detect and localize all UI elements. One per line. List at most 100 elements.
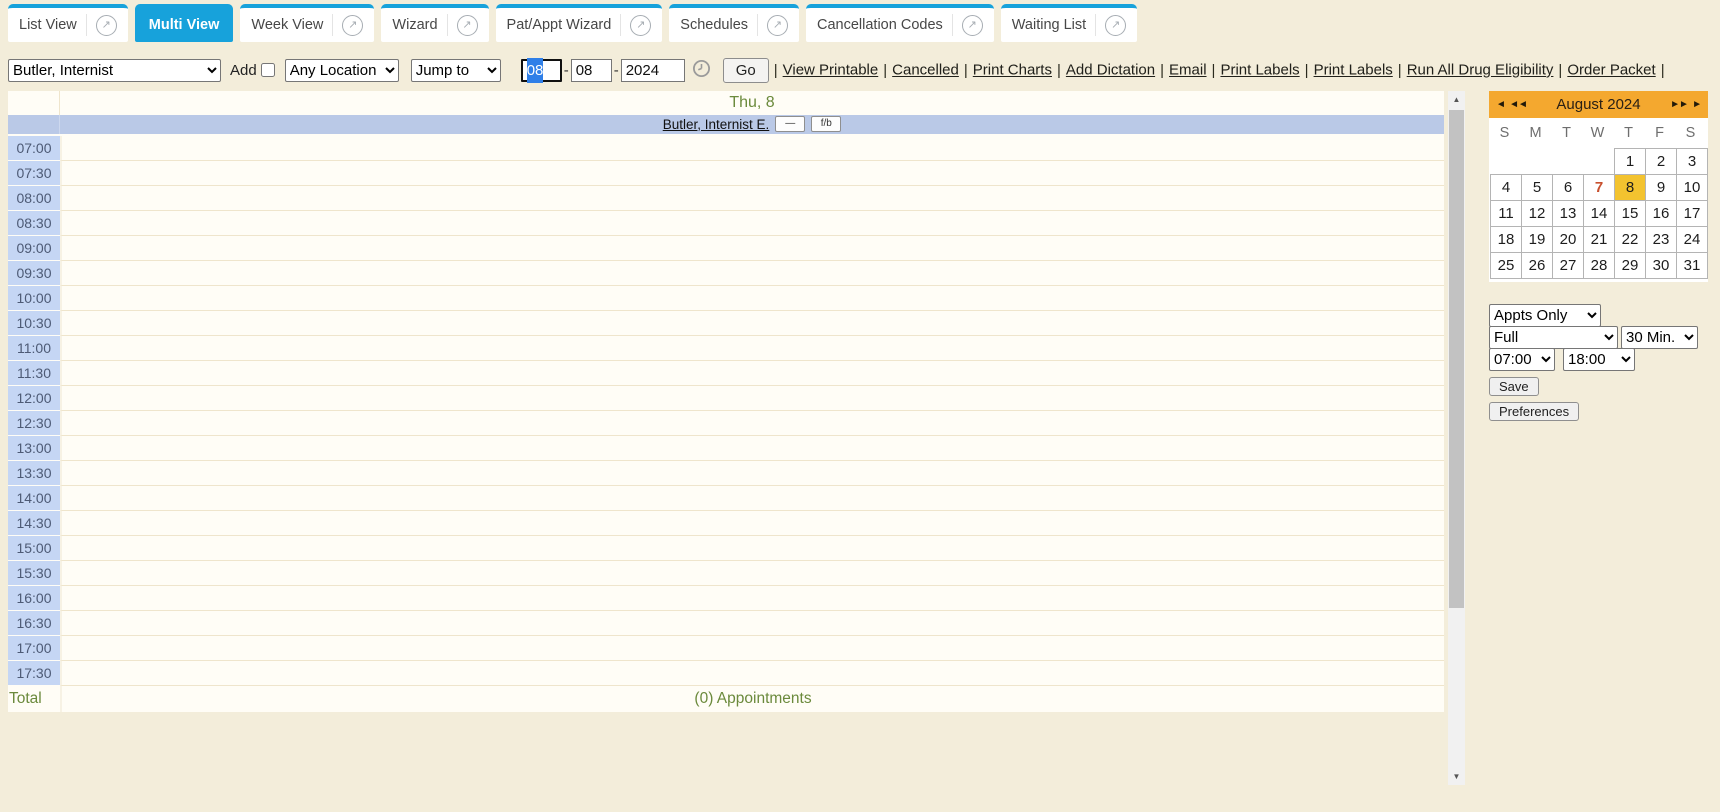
location-select[interactable]: Any Location: [285, 59, 399, 82]
clock-icon[interactable]: [692, 59, 711, 78]
open-in-new-window-icon[interactable]: ↗: [342, 15, 363, 36]
calendar-day[interactable]: 13: [1553, 200, 1584, 226]
calendar-day[interactable]: 14: [1584, 200, 1615, 226]
calendar-day[interactable]: 18: [1491, 226, 1522, 252]
schedule-slot[interactable]: [60, 336, 1444, 361]
schedule-slot[interactable]: [60, 461, 1444, 486]
calendar-day[interactable]: 16: [1646, 200, 1677, 226]
calendar-day[interactable]: 1: [1615, 148, 1646, 174]
schedule-slot[interactable]: [60, 536, 1444, 561]
schedule-slot[interactable]: [60, 286, 1444, 311]
calendar-day[interactable]: 30: [1646, 252, 1677, 278]
open-in-new-window-icon[interactable]: ↗: [962, 15, 983, 36]
calendar-day[interactable]: 17: [1677, 200, 1708, 226]
schedule-slot[interactable]: [60, 361, 1444, 386]
schedule-slot[interactable]: [60, 611, 1444, 636]
tab-list-view[interactable]: List View ↗: [8, 4, 128, 42]
calendar-day[interactable]: 28: [1584, 252, 1615, 278]
calendar-day[interactable]: 22: [1615, 226, 1646, 252]
calendar-prev-year-icon[interactable]: ◄◄: [1509, 99, 1527, 110]
link-order-packet[interactable]: Order Packet: [1567, 62, 1655, 79]
calendar-day[interactable]: 26: [1522, 252, 1553, 278]
minimize-column-button[interactable]: —: [775, 116, 805, 132]
appts-only-select[interactable]: Appts Only: [1489, 304, 1601, 327]
schedule-slot[interactable]: [60, 136, 1444, 161]
link-print-labels-2[interactable]: Print Labels: [1314, 62, 1393, 79]
link-cancelled[interactable]: Cancelled: [892, 62, 959, 79]
schedule-slot[interactable]: [60, 261, 1444, 286]
go-button[interactable]: Go: [723, 58, 769, 83]
calendar-day[interactable]: 6: [1553, 174, 1584, 200]
calendar-day[interactable]: 25: [1491, 252, 1522, 278]
tab-cancellation-codes[interactable]: Cancellation Codes ↗: [806, 4, 994, 42]
start-time-select[interactable]: 07:00: [1489, 348, 1555, 371]
link-view-printable[interactable]: View Printable: [783, 62, 879, 79]
calendar-day[interactable]: 5: [1522, 174, 1553, 200]
tab-wizard[interactable]: Wizard ↗: [381, 4, 488, 42]
open-in-new-window-icon[interactable]: ↗: [767, 15, 788, 36]
fb-button[interactable]: f/b: [811, 116, 841, 132]
calendar-day[interactable]: 19: [1522, 226, 1553, 252]
tab-schedules[interactable]: Schedules ↗: [669, 4, 799, 42]
schedule-slot[interactable]: [60, 586, 1444, 611]
calendar-day[interactable]: 9: [1646, 174, 1677, 200]
calendar-next-month-icon[interactable]: ►: [1692, 99, 1701, 110]
schedule-slot[interactable]: [60, 486, 1444, 511]
add-checkbox[interactable]: [261, 63, 275, 77]
calendar-day-today[interactable]: 7: [1584, 174, 1615, 200]
tab-week-view[interactable]: Week View ↗: [240, 4, 374, 42]
provider-select[interactable]: Butler, Internist: [8, 59, 221, 82]
calendar-day[interactable]: 4: [1491, 174, 1522, 200]
calendar-day[interactable]: 29: [1615, 252, 1646, 278]
schedule-slot[interactable]: [60, 561, 1444, 586]
open-in-new-window-icon[interactable]: ↗: [457, 15, 478, 36]
schedule-slot[interactable]: [60, 436, 1444, 461]
scroll-up-button[interactable]: ▲: [1448, 91, 1465, 108]
interval-select[interactable]: 30 Min.: [1621, 326, 1698, 349]
calendar-day[interactable]: 31: [1677, 252, 1708, 278]
vertical-scrollbar[interactable]: ▲ ▼: [1448, 91, 1465, 785]
schedule-slot[interactable]: [60, 511, 1444, 536]
schedule-slot[interactable]: [60, 636, 1444, 661]
calendar-day[interactable]: 21: [1584, 226, 1615, 252]
open-in-new-window-icon[interactable]: ↗: [1105, 15, 1126, 36]
calendar-day[interactable]: 10: [1677, 174, 1708, 200]
calendar-day[interactable]: 12: [1522, 200, 1553, 226]
schedule-slot[interactable]: [60, 411, 1444, 436]
jump-to-select[interactable]: Jump to: [411, 59, 501, 82]
calendar-next-year-icon[interactable]: ►►: [1670, 99, 1688, 110]
open-in-new-window-icon[interactable]: ↗: [630, 15, 651, 36]
provider-link[interactable]: Butler, Internist E.: [663, 117, 770, 132]
link-add-dictation[interactable]: Add Dictation: [1066, 62, 1155, 79]
schedule-slot[interactable]: [60, 186, 1444, 211]
link-run-all-drug-eligibility[interactable]: Run All Drug Eligibility: [1407, 62, 1554, 79]
open-in-new-window-icon[interactable]: ↗: [96, 15, 117, 36]
tab-waiting-list[interactable]: Waiting List ↗: [1001, 4, 1137, 42]
calendar-day[interactable]: 2: [1646, 148, 1677, 174]
calendar-day[interactable]: 27: [1553, 252, 1584, 278]
save-button[interactable]: Save: [1489, 377, 1539, 396]
size-select[interactable]: Full: [1489, 326, 1618, 349]
schedule-slot[interactable]: [60, 211, 1444, 236]
date-day-input[interactable]: [571, 59, 612, 82]
schedule-slot[interactable]: [60, 386, 1444, 411]
scrollbar-thumb[interactable]: [1449, 110, 1464, 608]
calendar-day[interactable]: 15: [1615, 200, 1646, 226]
calendar-day[interactable]: 20: [1553, 226, 1584, 252]
calendar-day[interactable]: 24: [1677, 226, 1708, 252]
schedule-slot[interactable]: [60, 236, 1444, 261]
schedule-slot[interactable]: [60, 161, 1444, 186]
schedule-slot[interactable]: [60, 661, 1444, 686]
date-year-input[interactable]: [621, 59, 685, 82]
link-print-labels-1[interactable]: Print Labels: [1220, 62, 1299, 79]
tab-pat-appt-wizard[interactable]: Pat/Appt Wizard ↗: [496, 4, 663, 42]
schedule-slot[interactable]: [60, 311, 1444, 336]
scroll-down-button[interactable]: ▼: [1448, 768, 1465, 785]
calendar-day-selected[interactable]: 8: [1615, 174, 1646, 200]
link-email[interactable]: Email: [1169, 62, 1207, 79]
tab-multi-view[interactable]: Multi View: [135, 4, 234, 42]
calendar-prev-month-icon[interactable]: ◄: [1496, 99, 1505, 110]
calendar-day[interactable]: 11: [1491, 200, 1522, 226]
date-month-input[interactable]: 08: [521, 59, 562, 82]
preferences-button[interactable]: Preferences: [1489, 402, 1579, 421]
